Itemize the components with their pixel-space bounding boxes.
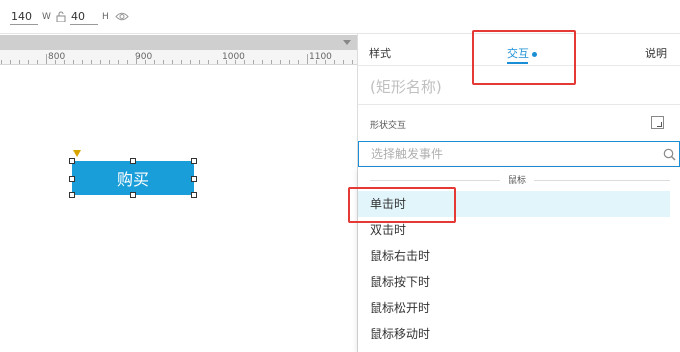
- resize-handle[interactable]: [69, 192, 75, 198]
- buy-button-widget[interactable]: 购买: [72, 161, 194, 195]
- ruler-tick: [208, 60, 209, 64]
- width-input[interactable]: 140: [10, 10, 38, 25]
- ruler-tick: [316, 60, 317, 64]
- width-unit-label: W: [42, 12, 51, 22]
- ruler-tick: [181, 60, 182, 64]
- collapse-arrow-icon[interactable]: [343, 40, 351, 45]
- shape-interaction-heading: 形状交互: [370, 121, 407, 131]
- ruler-tick: [289, 60, 290, 64]
- ruler-tick: [64, 60, 65, 64]
- eye-icon[interactable]: [115, 11, 129, 22]
- annotation-box-interaction-tab: [472, 30, 576, 85]
- ruler-tick: [271, 60, 272, 64]
- shape-name-field[interactable]: (矩形名称): [370, 76, 442, 97]
- ruler-scale: 800 900 1000 1100: [0, 50, 357, 65]
- event-search-box[interactable]: [358, 141, 680, 167]
- ruler-tick-label: 1100: [309, 52, 332, 62]
- event-option-mouse-down[interactable]: 鼠标按下时: [358, 269, 670, 295]
- event-group-label: 鼠标: [508, 176, 527, 186]
- resize-handle[interactable]: [191, 158, 197, 164]
- ruler-tick: [307, 54, 308, 64]
- ruler-tick: [262, 60, 263, 64]
- ruler-tick: [334, 60, 335, 64]
- ruler-tick: [280, 60, 281, 64]
- ruler-tick: [10, 60, 11, 64]
- event-group-header: 鼠标: [358, 173, 680, 187]
- event-search-input[interactable]: [371, 146, 641, 162]
- ruler-header: [0, 35, 357, 50]
- ruler-tick: [298, 60, 299, 64]
- interaction-marker-icon: [73, 150, 81, 157]
- top-toolbar: 140 W 40 H: [0, 0, 680, 34]
- design-canvas[interactable]: [0, 66, 356, 352]
- ruler-tick: [91, 60, 92, 64]
- ruler-tick: [352, 60, 353, 64]
- ruler-tick: [100, 60, 101, 64]
- height-unit-label: H: [102, 12, 109, 22]
- ruler-tick: [37, 60, 38, 64]
- event-option-mouse-up[interactable]: 鼠标松开时: [358, 295, 670, 321]
- resize-handle[interactable]: [191, 192, 197, 198]
- ruler-tick: [163, 60, 164, 64]
- lock-icon[interactable]: [56, 11, 66, 22]
- search-icon[interactable]: [663, 148, 676, 161]
- horizontal-ruler: 800 900 1000 1100: [0, 35, 357, 65]
- resize-handle[interactable]: [130, 158, 136, 164]
- ruler-tick: [55, 60, 56, 64]
- ruler-tick: [1, 60, 2, 64]
- ruler-tick: [82, 60, 83, 64]
- ruler-tick: [325, 60, 326, 64]
- ruler-tick: [73, 60, 74, 64]
- ruler-tick-label: 800: [48, 52, 66, 62]
- ruler-tick: [172, 60, 173, 64]
- ruler-tick: [127, 60, 128, 64]
- ruler-tick: [109, 60, 110, 64]
- ruler-tick: [244, 60, 245, 64]
- ruler-tick: [145, 60, 146, 64]
- resize-handle[interactable]: [191, 176, 197, 182]
- ruler-tick: [19, 60, 20, 64]
- ruler-tick: [343, 60, 344, 64]
- ruler-tick: [199, 60, 200, 64]
- divider: [370, 180, 500, 181]
- widget-label: 购买: [116, 170, 149, 189]
- ruler-tick: [28, 60, 29, 64]
- ruler-tick: [154, 60, 155, 64]
- ruler-tick: [235, 60, 236, 64]
- height-input[interactable]: 40: [70, 10, 98, 25]
- ruler-tick: [118, 60, 119, 64]
- ruler-tick: [217, 60, 218, 64]
- tab-notes[interactable]: 说明: [645, 45, 667, 61]
- tab-style[interactable]: 样式: [369, 45, 391, 61]
- expand-panel-icon[interactable]: [651, 116, 664, 129]
- ruler-tick: [226, 60, 227, 64]
- ruler-tick: [46, 54, 47, 64]
- event-option-right-click[interactable]: 鼠标右击时: [358, 243, 670, 269]
- ruler-tick-label: 900: [135, 52, 153, 62]
- ruler-tick: [253, 60, 254, 64]
- resize-handle[interactable]: [69, 158, 75, 164]
- annotation-box-click-event: [348, 187, 456, 223]
- ruler-tick: [136, 54, 137, 64]
- divider: [358, 104, 680, 105]
- divider: [534, 180, 670, 181]
- resize-handle[interactable]: [69, 176, 75, 182]
- event-option-mouse-move[interactable]: 鼠标移动时: [358, 321, 670, 347]
- resize-handle[interactable]: [130, 192, 136, 198]
- ruler-tick: [190, 60, 191, 64]
